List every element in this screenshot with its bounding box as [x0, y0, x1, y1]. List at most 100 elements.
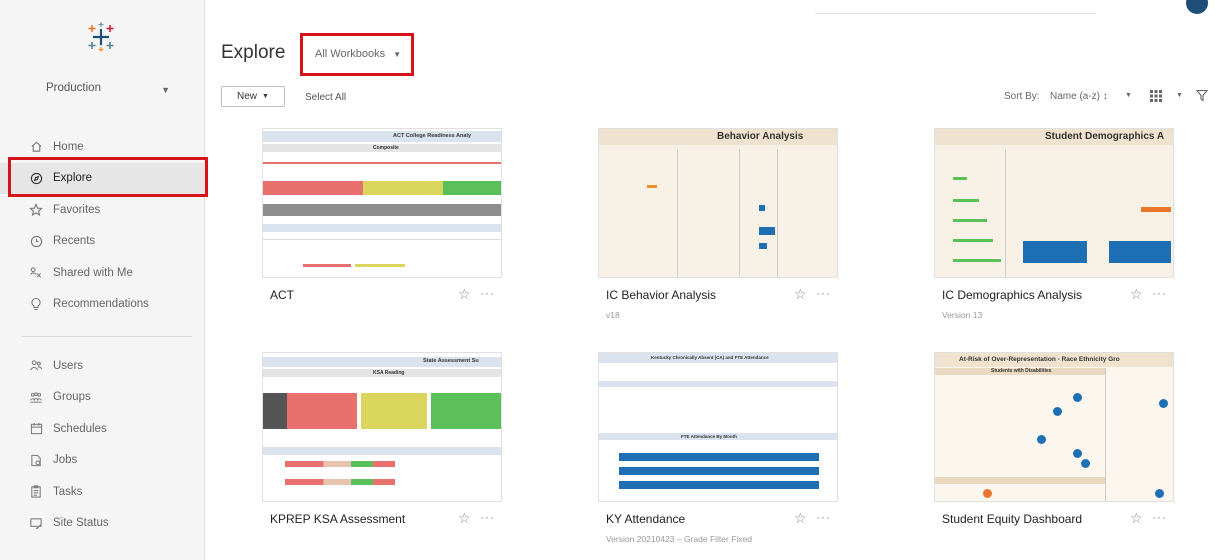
nav-recommendations[interactable]: Recommendations — [0, 289, 205, 321]
nav-favorites[interactable]: Favorites — [0, 194, 205, 226]
favorite-star-icon[interactable]: ☆ — [794, 286, 807, 303]
nav-recents[interactable]: Recents — [0, 226, 205, 258]
thumb-subtitle: FTE Attendance By Month — [681, 434, 737, 439]
lightbulb-icon — [28, 296, 44, 312]
calendar-icon — [28, 421, 44, 437]
more-actions-icon[interactable]: ··· — [1152, 286, 1167, 300]
nav-schedules-label: Schedules — [53, 422, 107, 435]
workbook-thumbnail[interactable]: Student Demographics A — [934, 128, 1174, 278]
thumb-dot — [1053, 407, 1062, 416]
sidebar: Production ▼ Home Explore Favorites Rece… — [0, 0, 208, 560]
chevron-down-icon: ▼ — [262, 93, 269, 100]
thumb-bar — [619, 481, 819, 489]
thumb-bar — [619, 453, 819, 461]
nav-site-status[interactable]: Site Status — [0, 508, 205, 540]
thumb-title: Student Demographics A — [1045, 131, 1165, 142]
thumb-bar — [263, 162, 501, 164]
workbook-card-student-equity[interactable]: At-Risk of Over-Representation - Race Et… — [934, 352, 1174, 552]
nav-users-label: Users — [53, 359, 84, 372]
nav-tasks[interactable]: Tasks — [0, 476, 205, 508]
thumb-bar — [953, 219, 987, 222]
more-actions-icon[interactable]: ··· — [480, 510, 495, 524]
workbook-thumbnail[interactable]: ACT College Readiness Analy Composite — [262, 128, 502, 278]
more-actions-icon[interactable]: ··· — [816, 286, 831, 300]
thumb-bar — [263, 181, 363, 195]
more-actions-icon[interactable]: ··· — [816, 510, 831, 524]
thumb-dot — [1037, 435, 1046, 444]
filter-icon[interactable] — [1196, 89, 1208, 102]
star-icon — [28, 202, 44, 218]
new-button[interactable]: New ▼ — [221, 86, 285, 107]
nav-site-status-label: Site Status — [53, 517, 109, 530]
nav-shared-label: Shared with Me — [53, 266, 133, 279]
grid-view-icon[interactable] — [1150, 90, 1162, 102]
thumb-title: ACT College Readiness Analy — [393, 133, 472, 139]
thumb-title: Behavior Analysis — [717, 131, 804, 142]
new-button-label: New — [237, 91, 258, 102]
thumb-dot — [1073, 449, 1082, 458]
nav-schedules[interactable]: Schedules — [0, 413, 205, 445]
workbook-card-ic-behavior[interactable]: Behavior Analysis IC Behavior Analysis v… — [598, 128, 838, 328]
workbook-card-kprep-ksa[interactable]: State Assessment Su KSA Reading KPREP KS… — [262, 352, 502, 552]
sort-by-label: Sort By: — [1004, 91, 1040, 102]
thumb-rule — [1105, 368, 1106, 501]
thumb-dot — [1155, 489, 1164, 498]
more-actions-icon[interactable]: ··· — [1152, 510, 1167, 524]
more-actions-icon[interactable]: ··· — [480, 286, 495, 300]
workbook-thumbnail[interactable]: Kentucky Chronically Absent (CA) and FTE… — [598, 352, 838, 502]
tasks-icon — [28, 484, 44, 500]
workbook-name[interactable]: ACT — [270, 288, 294, 302]
favorite-star-icon[interactable]: ☆ — [458, 510, 471, 527]
workbook-name[interactable]: IC Demographics Analysis — [942, 288, 1082, 302]
thumb-bar — [263, 393, 287, 429]
workbook-name[interactable]: IC Behavior Analysis — [606, 288, 716, 302]
workbook-name[interactable]: Student Equity Dashboard — [942, 512, 1082, 526]
avatar[interactable] — [1186, 0, 1208, 14]
thumb-bar — [443, 181, 501, 195]
thumb-subtitle: Students with Disabilities — [991, 368, 1052, 374]
nav-tasks-label: Tasks — [53, 485, 83, 498]
thumb-bar — [431, 393, 501, 429]
workbook-thumbnail[interactable]: At-Risk of Over-Representation - Race Et… — [934, 352, 1174, 502]
favorite-star-icon[interactable]: ☆ — [1130, 286, 1143, 303]
thumb-bar — [361, 393, 427, 429]
select-all-link[interactable]: Select All — [305, 92, 346, 103]
nav-jobs[interactable]: Jobs — [0, 445, 205, 477]
workbook-thumbnail[interactable]: Behavior Analysis — [598, 128, 838, 278]
favorite-star-icon[interactable]: ☆ — [458, 286, 471, 303]
content-type-selector[interactable]: All Workbooks ▼ — [300, 33, 414, 76]
thumb-rule — [739, 149, 740, 277]
workbook-card-act[interactable]: ACT College Readiness Analy Composite AC… — [262, 128, 502, 328]
workbook-thumbnail[interactable]: State Assessment Su KSA Reading — [262, 352, 502, 502]
site-status-icon — [28, 515, 44, 531]
nav-users[interactable]: Users — [0, 350, 205, 382]
nav-groups[interactable]: Groups — [0, 382, 205, 414]
sort-by-select[interactable]: Name (a-z) ↕ — [1050, 91, 1108, 102]
sidebar-divider — [22, 336, 192, 337]
thumb-bar — [759, 227, 775, 235]
thumb-bar — [953, 199, 979, 202]
nav-shared-with-me[interactable]: Shared with Me — [0, 257, 205, 289]
chevron-down-icon[interactable]: ▼ — [1176, 92, 1183, 99]
nav-recents-label: Recents — [53, 235, 96, 248]
chevron-down-icon[interactable]: ▼ — [1125, 92, 1132, 99]
favorite-star-icon[interactable]: ☆ — [1130, 510, 1143, 527]
thumb-bar — [647, 185, 657, 188]
thumb-title: Kentucky Chronically Absent (CA) and FTE… — [651, 355, 769, 360]
search-bar-stub[interactable] — [815, 0, 1095, 14]
thumb-bar — [285, 479, 395, 485]
favorite-star-icon[interactable]: ☆ — [794, 510, 807, 527]
nav-home-label: Home — [53, 140, 84, 153]
thumb-bar — [953, 177, 967, 180]
thumb-bar — [619, 467, 819, 475]
workbook-card-ky-attendance[interactable]: Kentucky Chronically Absent (CA) and FTE… — [598, 352, 838, 552]
workbook-card-ic-demographics[interactable]: Student Demographics A IC Demographics A… — [934, 128, 1174, 328]
site-selector[interactable]: Production ▼ — [46, 82, 176, 98]
thumb-subtitle: Composite — [373, 145, 399, 151]
thumb-bar — [759, 205, 765, 211]
tableau-logo-icon[interactable] — [84, 20, 118, 54]
share-icon — [28, 265, 44, 281]
workbook-name[interactable]: KY Attendance — [606, 512, 685, 526]
home-icon — [28, 139, 44, 155]
workbook-name[interactable]: KPREP KSA Assessment — [270, 512, 405, 526]
